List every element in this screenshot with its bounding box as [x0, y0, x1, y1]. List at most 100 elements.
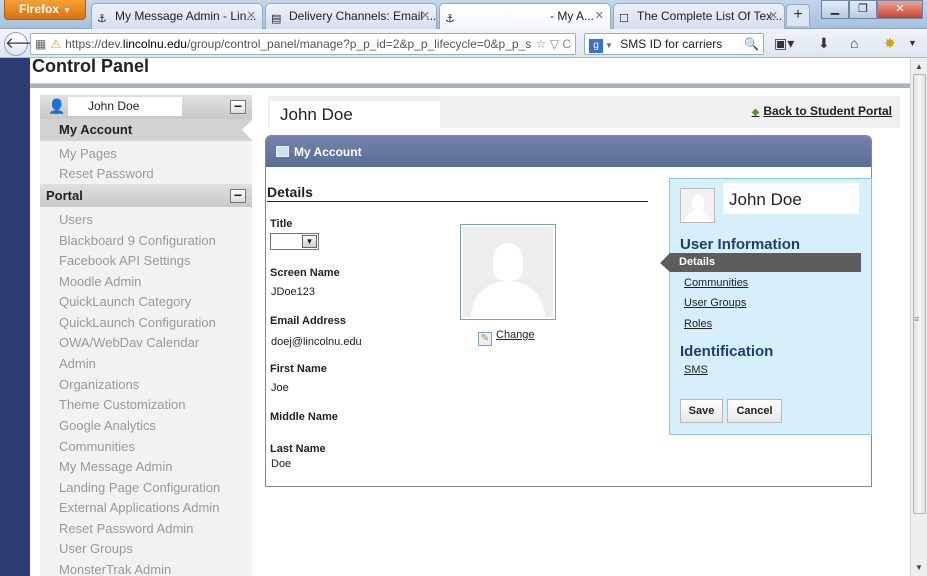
- sidebar-item-quicklaunch-config[interactable]: QuickLaunch Configuration: [59, 315, 216, 330]
- email-field[interactable]: doej@lincolnu.edu: [271, 336, 362, 348]
- back-to-student-portal-link[interactable]: ◆ Back to Student Portal: [752, 104, 892, 118]
- first-name-field[interactable]: Joe: [271, 382, 289, 394]
- search-icon[interactable]: 🔍: [744, 37, 759, 51]
- sidebar-item-landing-page-config[interactable]: Landing Page Configuration: [59, 480, 220, 495]
- search-bar[interactable]: g ▼ SMS ID for carriers 🔍: [584, 33, 764, 55]
- sidebar-item-communities[interactable]: Communities: [59, 439, 135, 454]
- addon-icon[interactable]: ✸: [884, 35, 896, 52]
- browser-tab-my-account[interactable]: ⚓ - My A... ✕: [439, 3, 611, 30]
- blank-page-icon: ☐: [619, 13, 629, 25]
- screen-name-field[interactable]: JDoe123: [271, 286, 315, 298]
- sidebar-item-monstertrak-admin[interactable]: MonsterTrak Admin: [59, 562, 171, 576]
- section-link-sms[interactable]: SMS: [684, 364, 708, 376]
- tab-title: - My A...: [550, 9, 595, 23]
- page-content: Control Panel 👤 John Doe − My Account My…: [30, 58, 910, 576]
- back-link-label: Back to Student Portal: [763, 104, 892, 118]
- section-link-user-groups[interactable]: User Groups: [684, 297, 746, 309]
- browser-tab-delivery-channels[interactable]: ▤ Delivery Channels: Email ... ✕: [265, 3, 437, 29]
- sidebar-item-blackboard-config[interactable]: Blackboard 9 Configuration: [59, 233, 216, 248]
- history-dropdown-icon[interactable]: ▽: [550, 37, 559, 51]
- browser-tab-complete-list[interactable]: ☐ The Complete List Of Tex... ✕: [613, 3, 785, 29]
- new-tab-button[interactable]: +: [786, 4, 810, 26]
- sidebar-item-google-analytics[interactable]: Google Analytics: [59, 418, 156, 433]
- tab-title: Delivery Channels: Email ...: [289, 9, 437, 23]
- home-icon[interactable]: ⌂: [850, 35, 858, 51]
- account-card-icon: [276, 146, 289, 157]
- sidebar-item-reset-password[interactable]: Reset Password: [59, 166, 154, 181]
- close-tab-icon[interactable]: ✕: [247, 9, 256, 22]
- url-path: /group/control_panel/manage?p_p_id=2&p_p…: [186, 37, 535, 51]
- scroll-up-icon[interactable]: ▲: [915, 62, 923, 71]
- page-title: Control Panel: [32, 58, 150, 76]
- sidebar-item-owa-webdav-calendar[interactable]: OWA/WebDav Calendar: [59, 335, 199, 350]
- sidebar-item-my-account[interactable]: My Account: [40, 119, 253, 141]
- maximize-button[interactable]: ❐: [849, 0, 877, 19]
- sidebar-user-bar: 👤 John Doe −: [40, 95, 252, 119]
- tab-title: The Complete List Of Tex...: [637, 9, 783, 23]
- sidebar-item-theme-customization[interactable]: Theme Customization: [59, 397, 185, 412]
- header-divider: [30, 84, 910, 88]
- sidebar-item-reset-password-admin[interactable]: Reset Password Admin: [59, 521, 193, 536]
- sidebar-item-external-apps-admin[interactable]: External Applications Admin: [59, 500, 219, 515]
- sidebar-item-owa-webdav-calendar-admin[interactable]: Admin: [59, 356, 96, 371]
- identification-heading: Identification: [680, 343, 774, 360]
- close-tab-icon[interactable]: ✕: [769, 9, 778, 22]
- sidebar-item-organizations[interactable]: Organizations: [59, 377, 139, 392]
- scroll-grip-icon: ≡: [914, 314, 920, 324]
- url-bar[interactable]: ▦ ⚠ https://dev.lincolnu.edu/group/control…: [30, 33, 576, 55]
- sidebar-item-quicklaunch-category[interactable]: QuickLaunch Category: [59, 294, 191, 309]
- sidebar: 👤 John Doe − My Account My Pages Reset P…: [40, 95, 253, 576]
- close-window-button[interactable]: ✕: [877, 0, 923, 19]
- my-account-portlet: My Account Details Title ▼ Screen Name J…: [265, 135, 872, 487]
- section-link-details[interactable]: Details: [660, 253, 861, 272]
- main-header: John Doe ◆ Back to Student Portal: [268, 96, 900, 128]
- collapse-user-section-button[interactable]: −: [230, 99, 246, 114]
- downloads-icon[interactable]: ⬇: [818, 35, 830, 52]
- user-info-panel: John Doe User Information Details Commun…: [660, 178, 872, 435]
- sidebar-item-my-message-admin[interactable]: My Message Admin: [59, 459, 172, 474]
- tab-title: My Message Admin - Lin...: [115, 9, 257, 23]
- warning-icon: ⚠: [50, 37, 62, 51]
- sidebar-item-my-pages[interactable]: My Pages: [59, 146, 117, 161]
- bookmarks-menu-icon[interactable]: ▣▾: [774, 35, 794, 52]
- sidebar-item-user-groups[interactable]: User Groups: [59, 541, 133, 556]
- change-photo-link[interactable]: ✎ Change: [478, 329, 535, 346]
- close-tab-icon[interactable]: ✕: [421, 9, 430, 22]
- screen-name-label: Screen Name: [270, 267, 340, 279]
- firefox-menu-button[interactable]: Firefox ▼: [4, 0, 86, 20]
- liferay-favicon-icon: ⚓: [445, 13, 455, 25]
- minimize-button[interactable]: ▁: [821, 0, 849, 19]
- user-icon: 👤: [48, 98, 66, 114]
- collapse-portal-section-button[interactable]: −: [230, 188, 246, 203]
- details-heading: Details: [267, 184, 648, 202]
- firefox-label: Firefox: [19, 2, 60, 16]
- sidebar-item-facebook-api[interactable]: Facebook API Settings: [59, 253, 191, 268]
- section-link-communities[interactable]: Communities: [684, 277, 748, 289]
- browser-tab-my-message-admin[interactable]: ⚓ My Message Admin - Lin... ✕: [91, 3, 263, 29]
- sidebar-item-moodle-admin[interactable]: Moodle Admin: [59, 274, 141, 289]
- portlet-title-bar: My Account: [266, 136, 871, 167]
- first-name-label: First Name: [270, 363, 327, 375]
- close-tab-icon[interactable]: ✕: [595, 9, 604, 22]
- title-label: Title: [270, 218, 293, 230]
- scrollbar-thumb[interactable]: [913, 74, 926, 514]
- save-button[interactable]: Save: [680, 399, 723, 423]
- navigation-toolbar: 🡐 ▦ ⚠ https://dev.lincolnu.edu/group/contr…: [0, 29, 927, 58]
- section-link-roles[interactable]: Roles: [684, 318, 712, 330]
- google-search-engine-icon[interactable]: g: [589, 39, 603, 53]
- page-favicon-icon: ▤: [271, 13, 282, 25]
- sidebar-item-users[interactable]: Users: [59, 212, 93, 227]
- avatar: [680, 188, 715, 223]
- menu-chevron-icon[interactable]: ▼: [908, 38, 917, 48]
- bookmark-star-icon[interactable]: ☆: [536, 37, 547, 51]
- back-button[interactable]: 🡐: [4, 32, 45, 56]
- cancel-button[interactable]: Cancel: [727, 399, 782, 423]
- reload-icon[interactable]: C: [562, 37, 571, 51]
- scroll-down-icon[interactable]: ▼: [915, 563, 923, 572]
- title-select[interactable]: ▼: [270, 233, 319, 250]
- page-scrollbar[interactable]: ▲ ≡ ▼: [910, 58, 927, 576]
- control-panel-header: Control Panel: [30, 58, 910, 84]
- window-controls: ▁ ❐ ✕: [821, 0, 923, 20]
- site-identity-icon[interactable]: ▦: [35, 37, 46, 51]
- last-name-field[interactable]: Doe: [271, 458, 291, 470]
